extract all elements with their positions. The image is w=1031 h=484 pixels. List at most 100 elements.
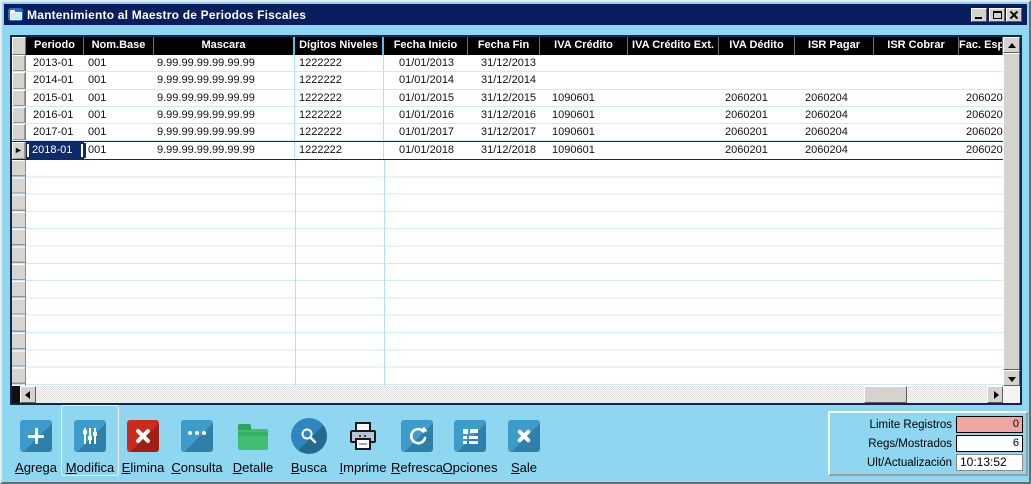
- cell: 31/12/2017: [468, 124, 540, 140]
- minimize-icon: [975, 17, 982, 19]
- grid-empty-area: [12, 160, 1020, 386]
- printer-icon: [347, 418, 379, 454]
- cell: [719, 55, 795, 71]
- header-iva-credito-ext: IVA Crédito Ext.: [628, 37, 719, 55]
- scroll-left-button[interactable]: [20, 386, 36, 403]
- busca-button[interactable]: Busca: [280, 405, 338, 476]
- consulta-button[interactable]: Consulta: [168, 405, 226, 476]
- cell: 9.99.99.99.99.99.99: [154, 124, 295, 140]
- cell: 01/01/2015: [384, 90, 468, 106]
- cell: [719, 72, 795, 88]
- cell: [874, 124, 959, 140]
- cell: 01/01/2016: [384, 107, 468, 123]
- cell: 31/12/2014: [468, 72, 540, 88]
- row-selector[interactable]: [12, 55, 26, 71]
- agrega-button[interactable]: Agrega: [7, 405, 65, 476]
- cell: [874, 107, 959, 123]
- exit-x-icon: [508, 420, 540, 452]
- cell: [795, 72, 874, 88]
- refresca-button[interactable]: Refresca: [388, 405, 446, 476]
- row-selector-strip: [12, 160, 26, 386]
- cell: 2015-01: [26, 90, 84, 106]
- header-nombase: Nom.Base: [84, 37, 154, 55]
- minimize-button[interactable]: [971, 8, 987, 22]
- list-icon: [454, 420, 486, 452]
- cell: 9.99.99.99.99.99.99: [154, 72, 295, 88]
- regs-mostrados-value: 6: [956, 435, 1023, 452]
- row-selector[interactable]: [12, 90, 26, 106]
- modifica-button[interactable]: Modifica: [61, 405, 119, 476]
- cell: [874, 72, 959, 88]
- cell: 31/12/2015: [468, 90, 540, 106]
- folder-icon: [8, 8, 23, 21]
- horizontal-scrollbar[interactable]: [12, 386, 1020, 403]
- table-row[interactable]: 2015-01 001 9.99.99.99.99.99.99 1222222 …: [12, 90, 1020, 107]
- opciones-button[interactable]: Opciones: [441, 405, 499, 476]
- cell: [874, 55, 959, 71]
- cell: [628, 72, 719, 88]
- row-selector[interactable]: [12, 124, 26, 140]
- maximize-button[interactable]: [989, 8, 1005, 22]
- scrollbar-corner: [1003, 386, 1020, 403]
- sale-button[interactable]: Sale: [495, 405, 553, 476]
- cell: 2060204: [795, 142, 874, 158]
- cell: 01/01/2017: [384, 124, 468, 140]
- cell: 9.99.99.99.99.99.99: [154, 90, 295, 106]
- row-selector-marker[interactable]: ►: [12, 142, 26, 158]
- table-row[interactable]: 2013-01 001 9.99.99.99.99.99.99 1222222 …: [12, 55, 1020, 72]
- cell: [628, 90, 719, 106]
- cell: 2014-01: [26, 72, 84, 88]
- scrollbar-thumb[interactable]: [864, 386, 907, 403]
- sale-label: Sale: [511, 460, 537, 475]
- limite-registros-label: Limite Registros: [870, 419, 952, 431]
- cell: 2060206: [959, 90, 1003, 106]
- table-row-selected[interactable]: ► 2018-01 001 9.99.99.99.99.99.99 122222…: [12, 141, 1020, 159]
- table-row[interactable]: 2014-01 001 9.99.99.99.99.99.99 1222222 …: [12, 72, 1020, 89]
- scroll-up-button[interactable]: [1003, 37, 1020, 53]
- column-divider: [384, 160, 385, 386]
- app-window: Mantenimiento al Maestro de Periodos Fis…: [0, 0, 1031, 484]
- row-selector[interactable]: [12, 107, 26, 123]
- cell: [795, 55, 874, 71]
- cell: 001: [84, 142, 154, 158]
- periods-grid: Periodo Nom.Base Mascara Dígitos Niveles…: [10, 35, 1022, 405]
- table-row[interactable]: 2016-01 001 9.99.99.99.99.99.99 1222222 …: [12, 107, 1020, 124]
- close-button[interactable]: [1006, 8, 1022, 22]
- arrow-left-icon: [25, 391, 30, 399]
- cell: [874, 90, 959, 106]
- scroll-right-button[interactable]: [987, 386, 1003, 403]
- row-selector[interactable]: [12, 72, 26, 88]
- header-isr-cobrar: ISR Cobrar: [874, 37, 959, 55]
- cell: 2060206: [959, 142, 1003, 158]
- cell: 1222222: [295, 142, 384, 158]
- cell: 001: [84, 124, 154, 140]
- delete-x-icon: [127, 420, 159, 452]
- window-controls: [971, 8, 1022, 22]
- status-panel: Limite Registros 0 Regs/Mostrados 6 Ult/…: [828, 411, 1028, 476]
- imprime-button[interactable]: Imprime: [334, 405, 392, 476]
- cell: 1222222: [295, 55, 384, 71]
- cell: 2013-01: [26, 55, 84, 71]
- cell: 01/01/2018: [384, 142, 468, 158]
- cell: [628, 107, 719, 123]
- table-row[interactable]: 2017-01 001 9.99.99.99.99.99.99 1222222 …: [12, 124, 1020, 141]
- scrollbar-track[interactable]: [36, 386, 987, 403]
- elimina-button[interactable]: Elimina: [114, 405, 172, 476]
- cell: 2060201: [719, 124, 795, 140]
- window-title: Mantenimiento al Maestro de Periodos Fis…: [27, 8, 306, 22]
- detalle-button[interactable]: Detalle: [224, 405, 282, 476]
- header-fecha-fin: Fecha Fin: [468, 37, 540, 55]
- cell: 2060201: [719, 90, 795, 106]
- maximize-icon: [993, 11, 1002, 19]
- limite-registros-value: 0: [956, 416, 1023, 433]
- cell: [628, 124, 719, 140]
- scrollbar-thumb[interactable]: [1003, 53, 1020, 370]
- cell: 1090601: [540, 90, 628, 106]
- vertical-scrollbar[interactable]: [1003, 37, 1020, 386]
- scroll-down-button[interactable]: [1003, 370, 1020, 386]
- magnifier-icon: [291, 418, 327, 454]
- header-iva-credito: IVA Crédito: [540, 37, 628, 55]
- plus-icon: [20, 420, 52, 452]
- cell: 1222222: [295, 72, 384, 88]
- refresca-label: Refresca: [391, 460, 443, 475]
